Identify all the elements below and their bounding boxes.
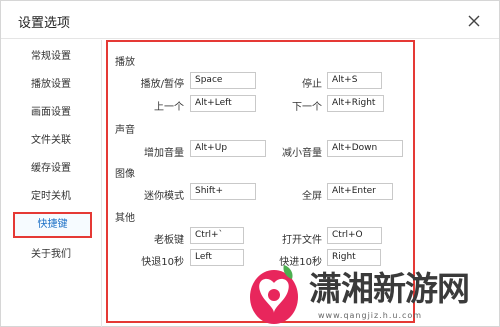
- title-bar: 设置选项: [1, 1, 499, 39]
- hotkey-label: 快退10秒: [141, 257, 184, 268]
- watermark-logo-icon: [250, 265, 298, 324]
- watermark-url: www.qangjiz.h.u.com: [318, 311, 423, 320]
- hotkey-label: 停止: [302, 79, 322, 90]
- watermark-text: 潇湘新游网: [309, 269, 470, 308]
- hotkey-label: 迷你模式: [144, 191, 184, 202]
- close-icon[interactable]: [467, 14, 481, 28]
- hotkey-label: 播放/暂停: [140, 79, 184, 90]
- sidebar-item-cache[interactable]: 缓存设置: [1, 158, 101, 180]
- hotkey-stop-input[interactable]: Alt+S: [327, 72, 382, 89]
- hotkey-volume-down-input[interactable]: Alt+Down: [327, 140, 403, 157]
- hotkey-label: 上一个: [154, 102, 184, 113]
- hotkey-previous-input[interactable]: Alt+Left: [190, 95, 256, 112]
- section-playback: 播放: [115, 57, 135, 68]
- dialog-title: 设置选项: [18, 16, 71, 31]
- hotkey-label: 打开文件: [282, 235, 322, 246]
- section-other: 其他: [115, 213, 135, 224]
- settings-sidebar: 常规设置 播放设置 画面设置 文件关联 缓存设置 定时关机 快捷键 关于我们: [1, 40, 102, 327]
- hotkey-label: 增加音量: [144, 148, 184, 159]
- sidebar-item-display[interactable]: 画面设置: [1, 102, 101, 124]
- hotkey-label: 全屏: [302, 191, 322, 202]
- hotkey-play-pause-input[interactable]: Space: [190, 72, 256, 89]
- hotkey-fullscreen-input[interactable]: Alt+Enter: [327, 183, 393, 200]
- sidebar-item-shutdown-timer[interactable]: 定时关机: [1, 186, 101, 208]
- sidebar-item-about[interactable]: 关于我们: [1, 244, 101, 266]
- hotkey-mini-mode-input[interactable]: Shift+: [190, 183, 256, 200]
- hotkey-next-input[interactable]: Alt+Right: [327, 95, 384, 112]
- section-image: 图像: [115, 169, 135, 180]
- sidebar-item-general[interactable]: 常规设置: [1, 46, 101, 68]
- hotkey-label: 老板键: [154, 235, 184, 246]
- section-sound: 声音: [115, 125, 135, 136]
- sidebar-item-hotkeys[interactable]: 快捷键: [13, 212, 92, 238]
- sidebar-item-playback[interactable]: 播放设置: [1, 74, 101, 96]
- hotkey-label: 下一个: [292, 102, 322, 113]
- sidebar-item-file-association[interactable]: 文件关联: [1, 130, 101, 152]
- hotkey-label: 减小音量: [282, 148, 322, 159]
- hotkey-boss-key-input[interactable]: Ctrl+`: [190, 227, 244, 244]
- hotkey-rewind-10s-input[interactable]: Left: [190, 249, 244, 266]
- hotkey-open-file-input[interactable]: Ctrl+O: [327, 227, 382, 244]
